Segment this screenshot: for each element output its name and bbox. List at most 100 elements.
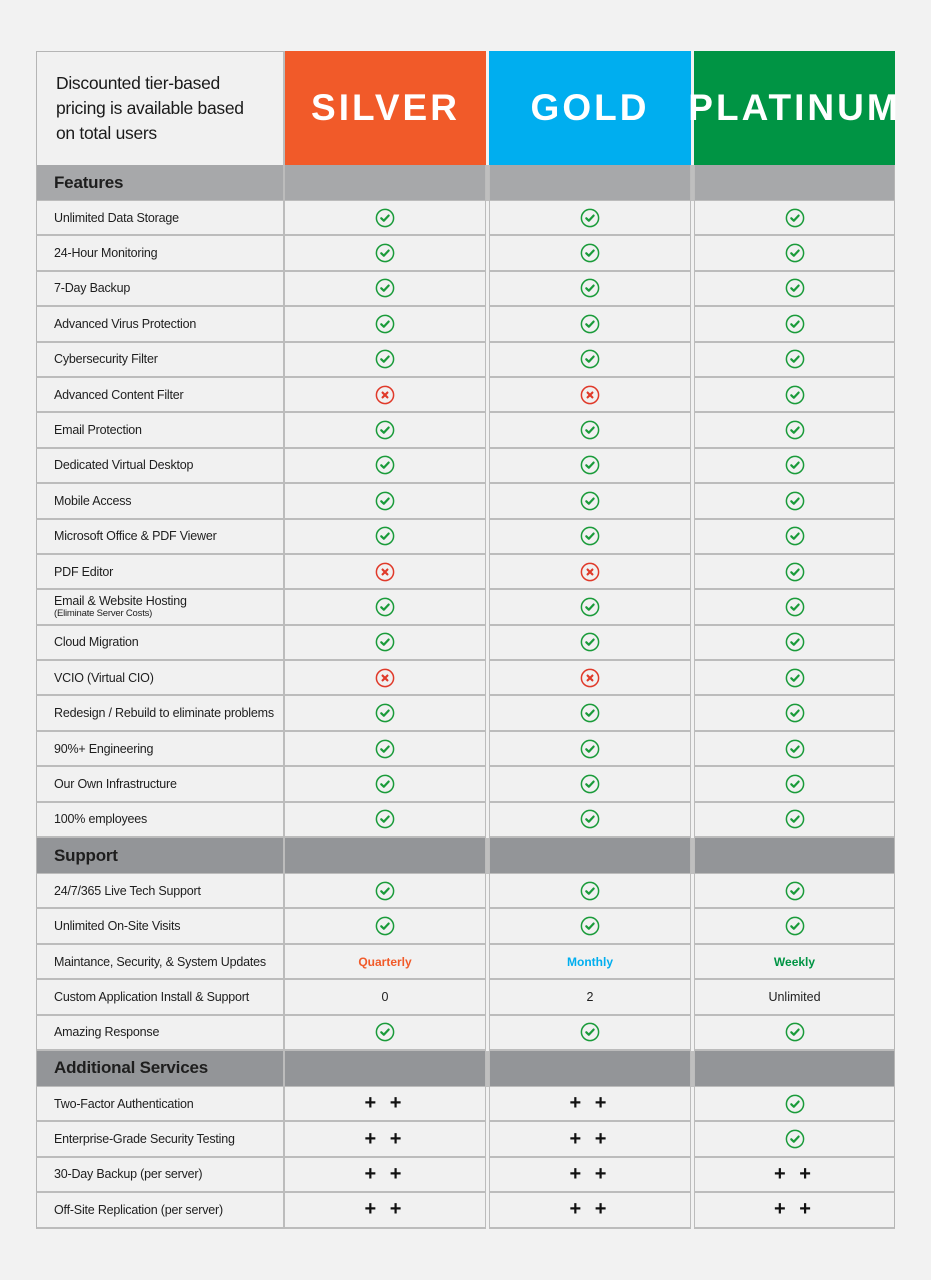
- feature-label: 24-Hour Monitoring: [36, 236, 285, 272]
- check-circle-icon: [785, 491, 805, 511]
- value-cell-silver: [285, 236, 486, 272]
- check-circle-icon: [375, 455, 395, 475]
- check-circle-icon: [785, 809, 805, 829]
- value-text: 0: [381, 989, 389, 1004]
- value-cell-platinum: [694, 1015, 895, 1051]
- feature-label: Unlimited Data Storage: [36, 201, 285, 237]
- value-cell-gold: [489, 909, 691, 945]
- table-row: 7-Day Backup: [36, 271, 895, 308]
- section-cell-gold: [489, 838, 691, 875]
- check-circle-icon: [785, 208, 805, 228]
- x-circle-icon: [375, 668, 395, 688]
- feature-name: Advanced Virus Protection: [54, 316, 197, 331]
- feature-name: Unlimited Data Storage: [54, 210, 179, 225]
- feature-name: Enterprise-Grade Security Testing: [54, 1132, 235, 1147]
- feature-name: 24-Hour Monitoring: [54, 246, 158, 261]
- check-circle-icon: [375, 916, 395, 936]
- value-cell-silver: + +: [285, 1122, 486, 1158]
- feature-label: 24/7/365 Live Tech Support: [36, 874, 285, 910]
- check-circle-icon: [375, 809, 395, 829]
- value-text: 2: [586, 989, 594, 1004]
- value-cell-silver: [285, 590, 486, 626]
- check-circle-icon: [785, 278, 805, 298]
- value-cell-gold: [489, 554, 691, 591]
- check-circle-icon: [785, 632, 805, 652]
- check-circle-icon: [375, 526, 395, 546]
- header-row: Discounted tier-based pricing is availab…: [36, 51, 898, 165]
- add-on-plus-icon: + +: [774, 1162, 815, 1185]
- section-cell-gold: [489, 165, 691, 201]
- section-header-support: Support: [36, 838, 895, 875]
- tier-platinum-header: PLATINUM: [688, 51, 898, 165]
- table-row: 24-Hour Monitoring: [36, 236, 895, 272]
- value-cell-silver: [285, 271, 486, 308]
- check-circle-icon: [785, 420, 805, 440]
- table-row: Advanced Virus Protection: [36, 307, 895, 343]
- add-on-plus-icon: + +: [364, 1162, 406, 1185]
- value-cell-platinum: Unlimited: [694, 980, 895, 1016]
- value-cell-gold: [489, 307, 691, 343]
- table-body: Features Unlimited Data Storage 24-Hour Mo…: [36, 165, 895, 1229]
- value-text: Monthly: [567, 954, 613, 969]
- feature-label: 7-Day Backup: [36, 271, 285, 308]
- x-circle-icon: [580, 385, 600, 405]
- table-row: Microsoft Office & PDF Viewer: [36, 519, 895, 555]
- x-circle-icon: [375, 562, 395, 582]
- table-row: Advanced Content Filter: [36, 377, 895, 414]
- value-cell-platinum: [694, 874, 895, 910]
- x-circle-icon: [580, 562, 600, 582]
- feature-name: Email & Website Hosting: [54, 594, 187, 609]
- section-cell-silver: [285, 165, 486, 201]
- add-on-plus-icon: + +: [774, 1198, 815, 1221]
- feature-name: PDF Editor: [54, 564, 114, 579]
- value-cell-platinum: [694, 448, 895, 485]
- value-cell-silver: [285, 1015, 486, 1051]
- value-cell-gold: [489, 484, 691, 520]
- check-circle-icon: [375, 597, 395, 617]
- value-cell-silver: [285, 377, 486, 414]
- check-circle-icon: [375, 314, 395, 334]
- check-circle-icon: [785, 668, 805, 688]
- check-circle-icon: [785, 455, 805, 475]
- value-cell-gold: [489, 448, 691, 485]
- check-circle-icon: [580, 597, 600, 617]
- check-circle-icon: [375, 420, 395, 440]
- table-row: 100% employees: [36, 802, 895, 839]
- section-title: Additional Services: [36, 1050, 285, 1087]
- feature-name: Custom Application Install & Support: [54, 989, 249, 1004]
- feature-label: Maintance, Security, & System Updates: [36, 944, 285, 981]
- value-cell-silver: [285, 342, 486, 378]
- value-cell-platinum: [694, 731, 895, 768]
- section-cell-silver: [285, 1050, 486, 1087]
- section-cell-gold: [489, 1050, 691, 1087]
- feature-label: Two-Factor Authentication: [36, 1086, 285, 1123]
- value-text: Unlimited: [768, 989, 821, 1004]
- check-circle-icon: [375, 774, 395, 794]
- check-circle-icon: [375, 491, 395, 511]
- add-on-plus-icon: + +: [364, 1198, 406, 1221]
- check-circle-icon: [375, 632, 395, 652]
- feature-name: Microsoft Office & PDF Viewer: [54, 529, 217, 544]
- value-cell-silver: [285, 874, 486, 910]
- check-circle-icon: [580, 632, 600, 652]
- value-text: Quarterly: [358, 954, 412, 969]
- value-cell-gold: + +: [489, 1122, 691, 1158]
- value-cell-gold: [489, 519, 691, 555]
- value-cell-gold: 2: [489, 980, 691, 1016]
- value-cell-silver: [285, 802, 486, 839]
- value-cell-platinum: [694, 696, 895, 732]
- feature-label: Enterprise-Grade Security Testing: [36, 1122, 285, 1158]
- check-circle-icon: [785, 349, 805, 369]
- feature-name: 30-Day Backup (per server): [54, 1167, 203, 1182]
- table-row: Maintance, Security, & System Updates Qua…: [36, 944, 895, 981]
- value-cell-platinum: [694, 377, 895, 414]
- check-circle-icon: [785, 1022, 805, 1042]
- table-row: Enterprise-Grade Security Testing + + + +: [36, 1122, 895, 1158]
- feature-name: Advanced Content Filter: [54, 387, 184, 402]
- feature-label: Off-Site Replication (per server): [36, 1193, 285, 1229]
- value-cell-gold: [489, 874, 691, 910]
- feature-name: Amazing Response: [54, 1025, 160, 1040]
- value-cell-silver: [285, 413, 486, 449]
- check-circle-icon: [785, 562, 805, 582]
- feature-label: Microsoft Office & PDF Viewer: [36, 519, 285, 555]
